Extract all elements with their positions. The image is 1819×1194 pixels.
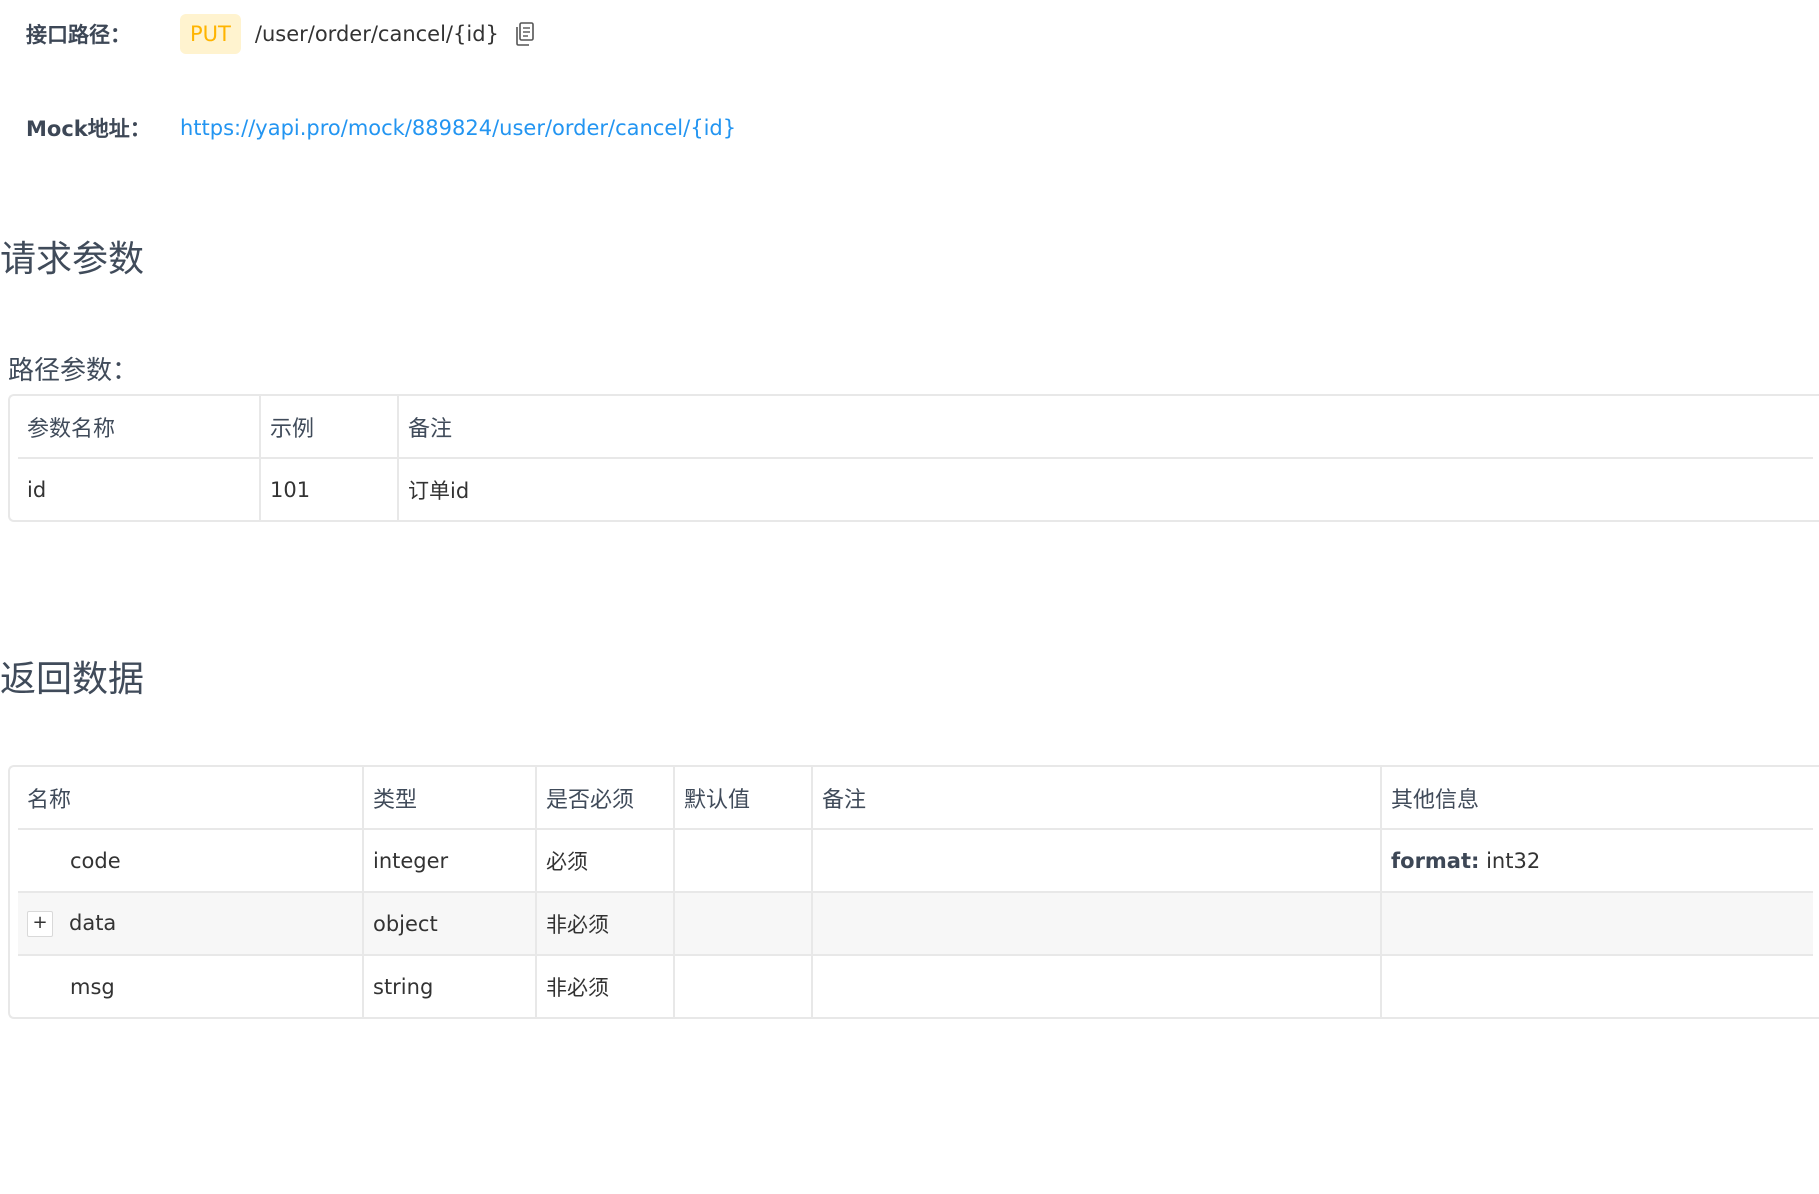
param-example-cell: 101 [260,458,399,520]
request-params-title: 请求参数 [0,239,145,280]
copy-document-icon[interactable] [515,22,535,46]
column-header-other-info: 其他信息 [1381,767,1813,830]
other-info-key: format: [1391,848,1480,873]
column-header-param-name: 参数名称 [18,396,261,459]
field-name-cell: + data [18,892,364,956]
mock-label: Mock地址： [26,117,151,141]
field-remark-cell [812,955,1382,1017]
table-header-row: 名称 类型 是否必须 默认值 备注 其他信息 [18,767,1813,830]
column-header-required: 是否必须 [536,767,675,830]
field-required-cell: 必须 [536,829,675,893]
response-data-title: 返回数据 [0,659,145,700]
mock-url-link[interactable]: https://yapi.pro/mock/889824/user/order/… [180,116,736,140]
path-label: 接口路径： [26,23,131,47]
field-name-text: data [69,910,117,935]
field-required-cell: 非必须 [536,892,675,956]
interface-path-row: 接口路径： PUT /user/order/cancel/{id} [26,14,535,54]
column-header-example: 示例 [260,396,399,459]
response-data-table: 名称 类型 是否必须 默认值 备注 其他信息 code integer 必须 f… [8,765,1819,1019]
table-row: + data object 非必须 [18,892,1813,956]
field-type-cell: integer [363,829,537,893]
field-other-info-cell: format: int32 [1381,829,1813,893]
field-default-cell [674,955,813,1017]
path-params-title: 路径参数： [8,356,139,386]
table-row: code integer 必须 format: int32 [18,829,1813,893]
field-other-info-cell [1381,955,1813,1017]
other-info-value: int32 [1479,848,1541,873]
field-other-info-cell [1381,892,1813,956]
column-header-remark: 备注 [398,396,1813,459]
method-badge: PUT [180,14,241,54]
field-default-cell [674,892,813,956]
param-name-cell: id [18,458,261,520]
field-type-cell: string [363,955,537,1017]
path-params-table: 参数名称 示例 备注 id 101 订单id [8,394,1819,522]
column-header-name: 名称 [18,767,364,830]
field-required-cell: 非必须 [536,955,675,1017]
field-remark-cell [812,829,1382,893]
field-name-cell: code [18,829,364,893]
mock-address-row: Mock地址： https://yapi.pro/mock/889824/use… [26,113,736,143]
column-header-default: 默认值 [674,767,813,830]
table-row: msg string 非必须 [18,955,1813,1017]
path-text: /user/order/cancel/{id} [254,22,499,46]
field-type-cell: object [363,892,537,956]
expand-plus-icon[interactable]: + [27,910,53,937]
column-header-remark: 备注 [812,767,1382,830]
field-remark-cell [812,892,1382,956]
table-row: id 101 订单id [18,458,1813,520]
param-remark-cell: 订单id [408,478,470,503]
column-header-type: 类型 [363,767,537,830]
table-header-row: 参数名称 示例 备注 [18,396,1813,459]
field-default-cell [674,829,813,893]
field-name-cell: msg [18,955,364,1017]
